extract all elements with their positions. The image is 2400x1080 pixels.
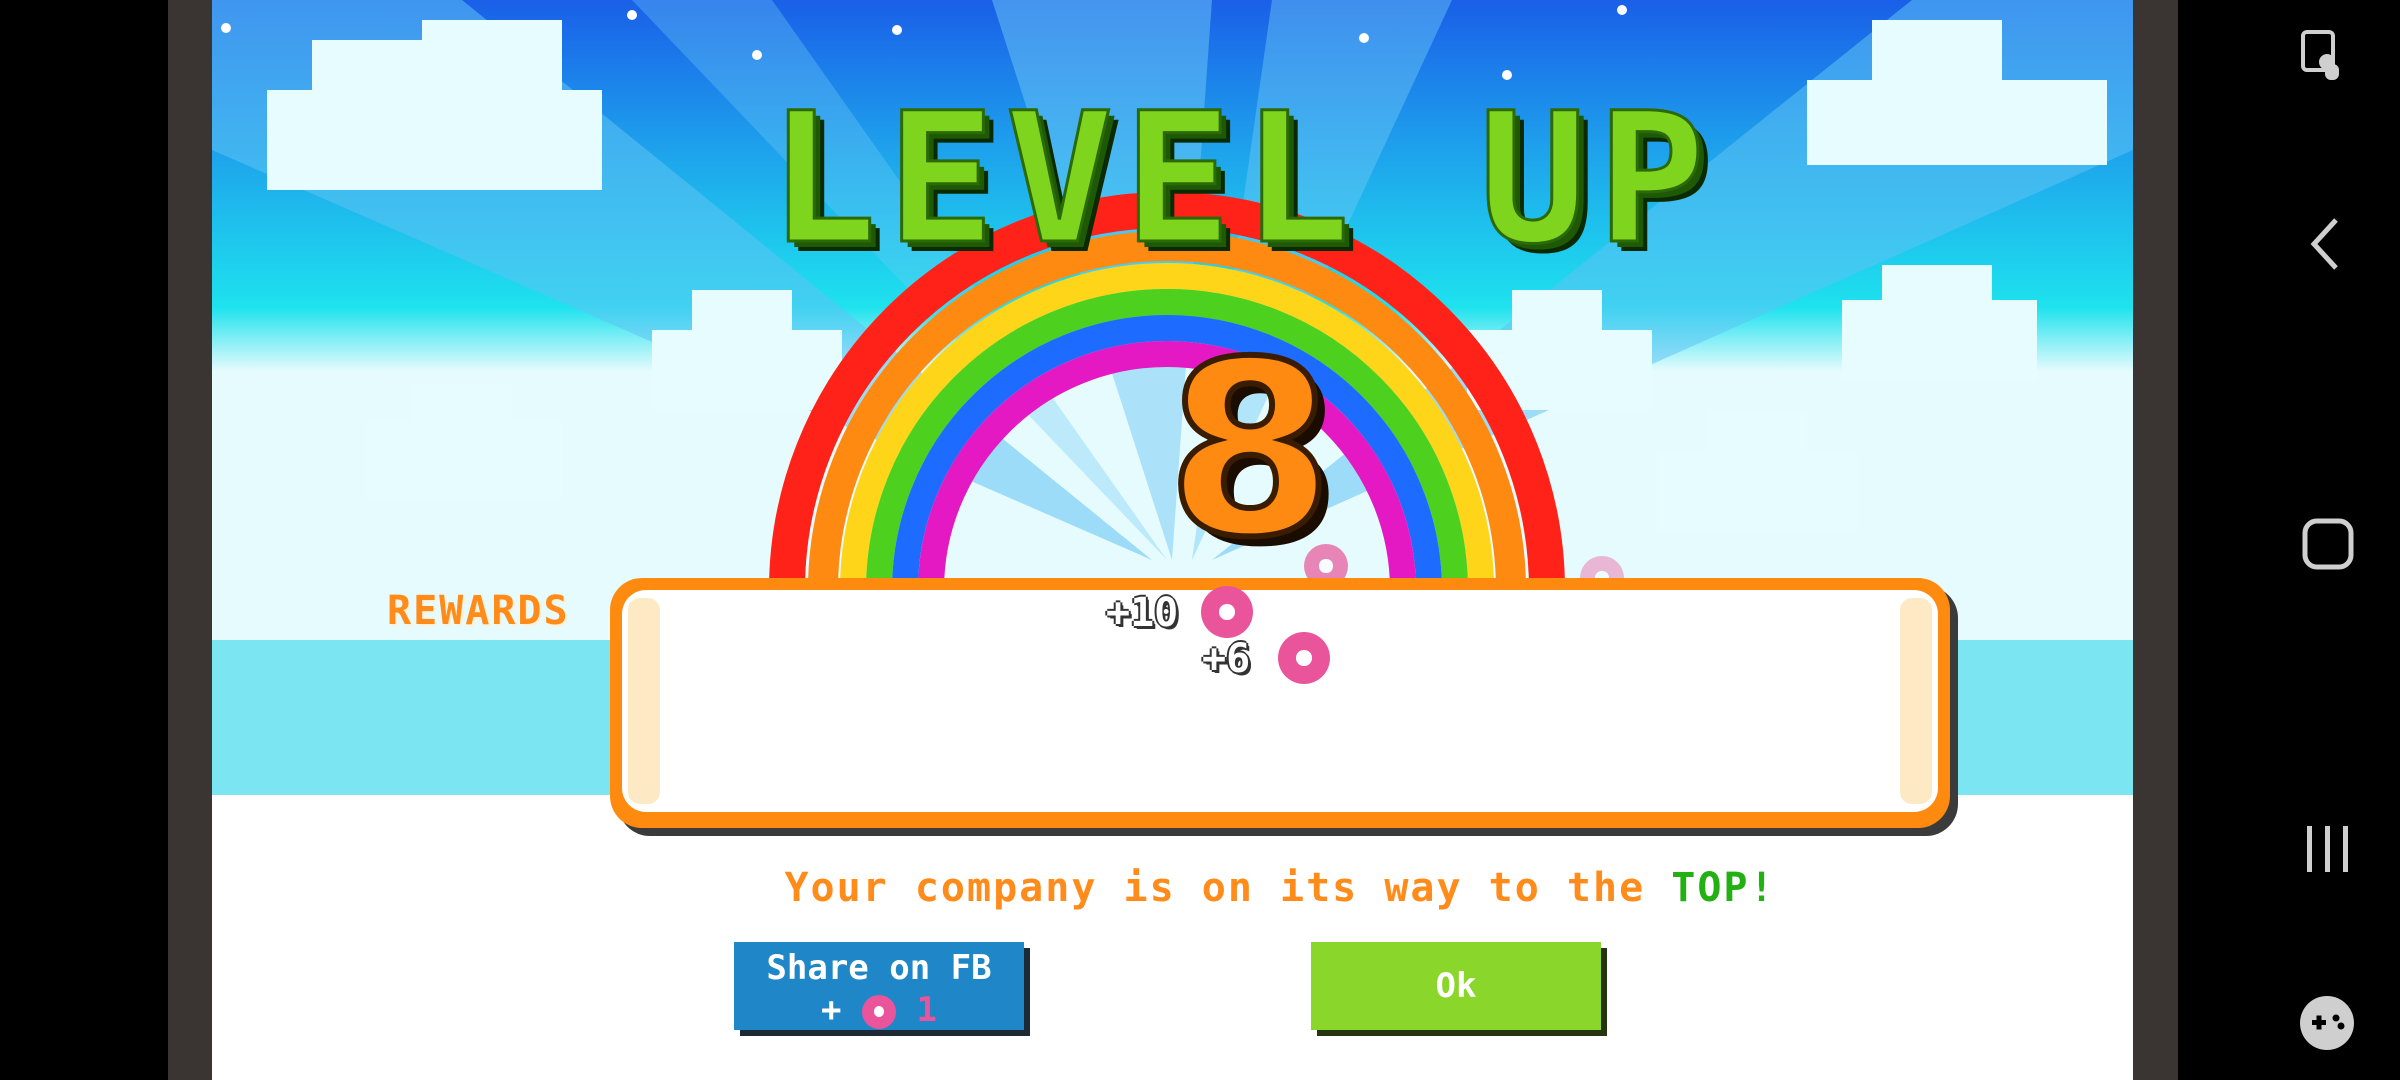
share-reward: + 1 [734,990,1024,1030]
home-icon[interactable] [2302,518,2354,570]
message-highlight: TOP! [1671,865,1776,911]
game-launcher-icon[interactable] [2298,994,2356,1052]
share-on-fb-button[interactable]: Share on FB + 1 [734,942,1024,1030]
rewards-panel [610,578,1950,828]
reward-amount: +10 [1106,590,1179,636]
rewards-panel-inner [622,590,1938,812]
donut-icon [862,994,896,1029]
rewards-label: REWARDS [387,588,570,634]
reward-item: +6 [1202,636,1250,682]
panel-cap-right [1900,598,1932,804]
left-frame-bar [168,0,212,1080]
share-button-label: Share on FB [766,948,992,988]
share-reward-amount: 1 [916,990,937,1030]
donut-icon [1278,632,1330,684]
reward-item: +10 [1106,590,1178,636]
right-frame-bar [2133,0,2178,1080]
panel-cap-left [628,598,660,804]
donut-icon [1201,586,1253,638]
level-up-title: LEVEL UP [767,75,1716,284]
back-icon[interactable] [2308,216,2342,272]
ok-button[interactable]: Ok [1311,942,1601,1030]
game-screen: LEVEL UP 8 REWARDS +10 +6 Your company i… [212,0,2133,1080]
level-number: 8 [1164,310,1337,590]
recents-icon[interactable] [2303,824,2353,874]
share-reward-plus: + [821,990,842,1030]
level-up-message: Your company is on its way to the TOP! [610,865,1950,911]
reward-amount: +6 [1202,636,1251,682]
message-text: Your company is on its way to the [784,865,1672,911]
screen-lock-touch-icon[interactable] [2301,28,2345,82]
system-navigation-bar [2178,0,2400,1080]
